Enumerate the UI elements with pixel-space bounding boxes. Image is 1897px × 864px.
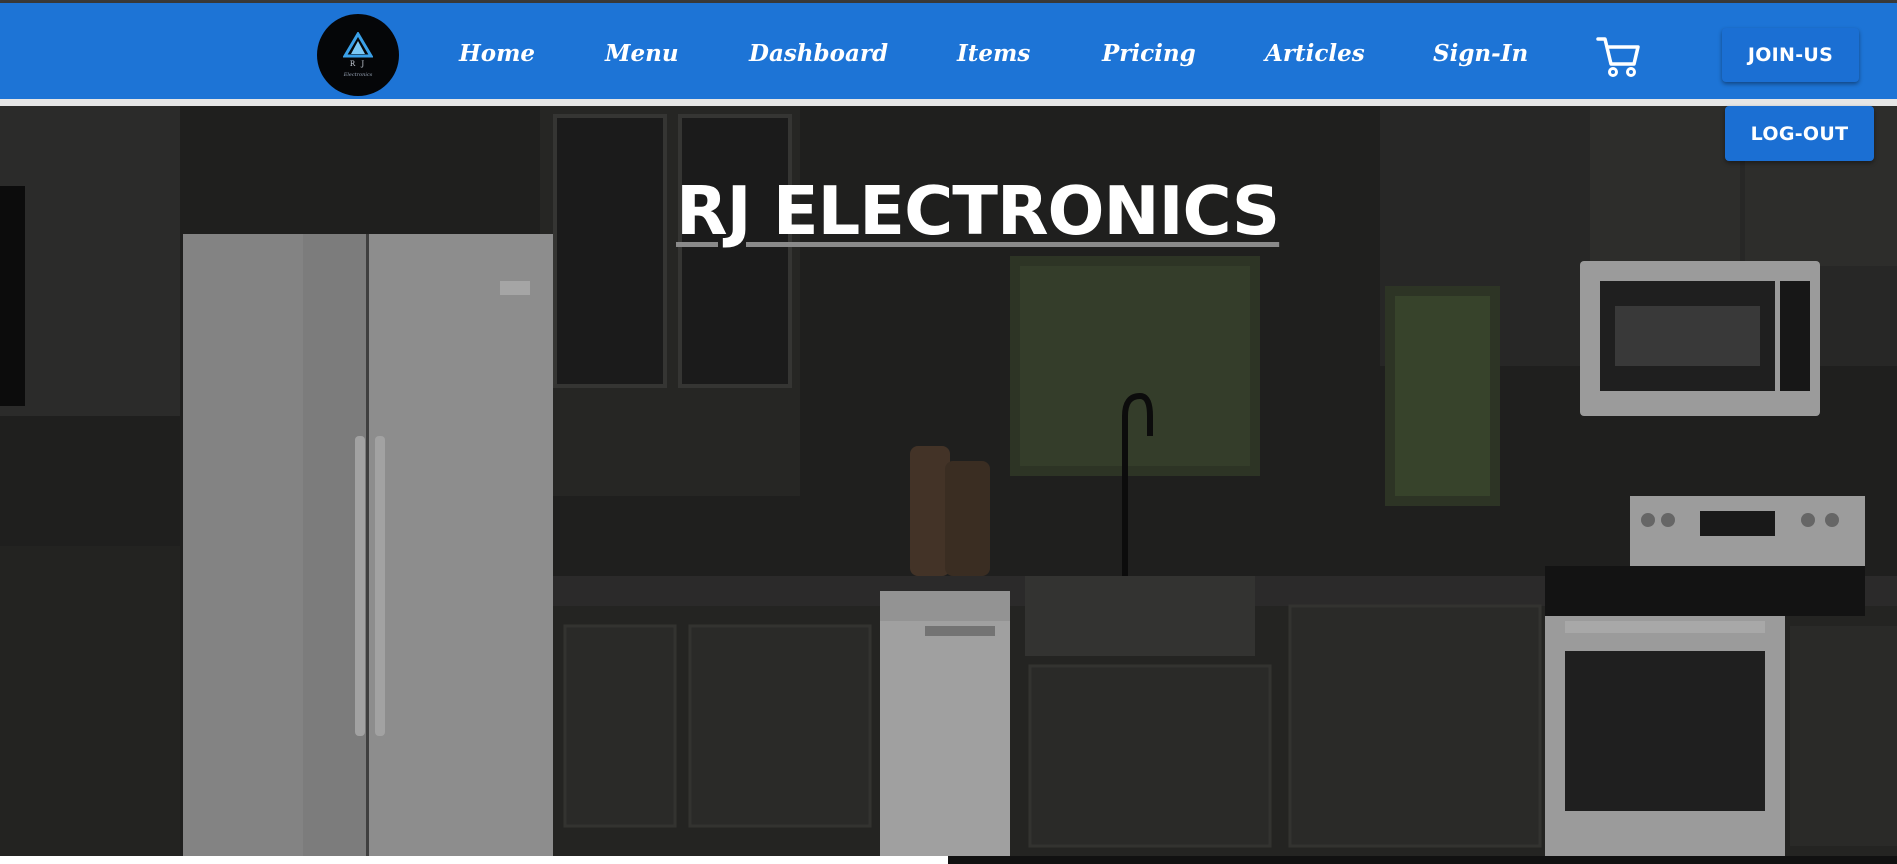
logo[interactable]: R J Electronics [317, 14, 399, 96]
nav-home[interactable]: Home [459, 40, 535, 67]
logo-text: R J [349, 60, 367, 68]
join-us-button[interactable]: JOIN-US [1722, 28, 1859, 82]
hero-section: RJ ELECTRONICS [0, 106, 1897, 856]
nav-sign-in[interactable]: Sign-In [1433, 40, 1528, 67]
nav-dashboard[interactable]: Dashboard [749, 40, 888, 67]
nav-articles[interactable]: Articles [1265, 40, 1365, 67]
hero-title: RJ ELECTRONICS [676, 172, 1280, 250]
shopping-cart-icon[interactable] [1596, 35, 1640, 79]
logo-triangle-icon [343, 32, 373, 58]
navbar: R J Electronics Home Menu Dashboard Item… [0, 3, 1897, 99]
navbar-underline [0, 99, 1897, 106]
nav-menu[interactable]: Menu [605, 40, 679, 67]
logo-subtext: Electronics [343, 72, 373, 78]
nav-items[interactable]: Items [957, 40, 1030, 67]
bottom-strip-left [0, 856, 948, 864]
log-out-button[interactable]: LOG-OUT [1725, 106, 1874, 161]
nav-pricing[interactable]: Pricing [1102, 40, 1196, 67]
bottom-strip-right [948, 856, 1897, 864]
